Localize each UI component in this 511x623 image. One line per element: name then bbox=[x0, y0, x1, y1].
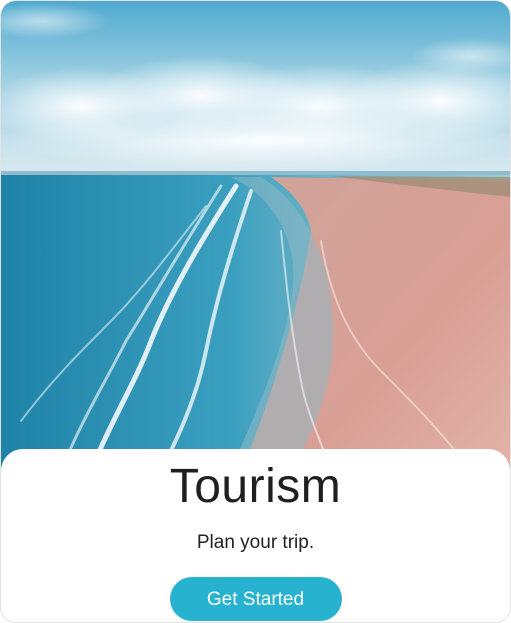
get-started-button[interactable]: Get Started bbox=[169, 577, 342, 621]
card-content: Tourism Plan your trip. Get Started bbox=[1, 449, 510, 622]
beach-photo bbox=[1, 1, 510, 471]
card-subtitle: Plan your trip. bbox=[196, 532, 315, 553]
card-title: Tourism bbox=[169, 460, 342, 513]
tourism-card: Tourism Plan your trip. Get Started bbox=[0, 0, 511, 623]
